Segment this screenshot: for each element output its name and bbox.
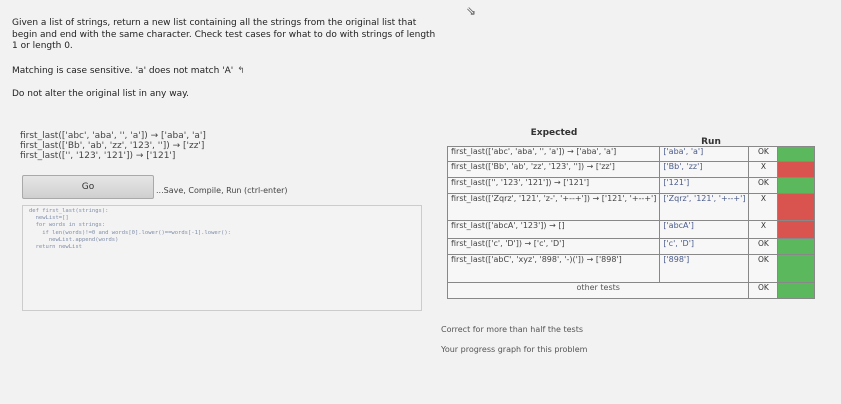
table-row: first_last(['', '123', '121']) → ['121']… — [446, 177, 816, 194]
go-button[interactable]: Go — [22, 175, 154, 199]
table-row: first_last(['abcA', '123']) → [] ['abcA'… — [446, 220, 816, 239]
status-cell: OK — [748, 146, 779, 162]
status-indicator-fail — [777, 161, 816, 178]
problem-description: Given a list of strings, return a new li… — [12, 18, 436, 51]
caret-icon: ↰ — [237, 65, 245, 76]
expected-header: Expected — [530, 128, 578, 138]
run-cell: ['c', 'D'] — [659, 238, 750, 255]
no-alter-note: Do not alter the original list in any wa… — [12, 89, 190, 99]
table-row: first_last(['c', 'D']) → ['c', 'D'] ['c'… — [446, 238, 816, 255]
table-row: first_last(['Zqrz', '121', 'z-', '+--+']… — [446, 193, 816, 221]
status-cell: OK — [748, 238, 779, 255]
status-cell: OK — [748, 177, 779, 194]
expected-cell: first_last(['Zqrz', '121', 'z-', '+--+']… — [446, 193, 661, 221]
table-row: first_last(['Bb', 'ab', 'zz', '123', '']… — [446, 161, 816, 178]
example-line: first_last(['Bb', 'ab', 'zz', '123', '']… — [20, 141, 205, 151]
status-indicator-fail — [777, 220, 816, 239]
expected-cell: first_last(['abc', 'aba', '', 'a']) → ['… — [446, 146, 661, 162]
table-row: first_last(['abC', 'xyz', '898', '-)('])… — [446, 254, 816, 283]
progress-graph-link[interactable]: Your progress graph for this problem — [441, 345, 587, 354]
run-cell: ['121'] — [659, 177, 750, 194]
run-cell: ['Bb', 'zz'] — [659, 161, 750, 178]
expected-cell: first_last(['Bb', 'ab', 'zz', '123', '']… — [446, 161, 661, 178]
run-cell: ['aba', 'a'] — [659, 146, 750, 162]
example-line: first_last(['abc', 'aba', '', 'a']) → ['… — [20, 131, 206, 141]
status-indicator-ok — [777, 254, 816, 283]
status-cell: X — [748, 161, 779, 178]
status-indicator-ok — [777, 146, 816, 162]
run-cell: ['898'] — [659, 254, 750, 283]
expected-cell: first_last(['abC', 'xyz', '898', '-)('])… — [446, 254, 661, 283]
examples-list: first_last(['abc', 'aba', '', 'a']) → ['… — [20, 131, 206, 161]
status-cell: OK — [748, 254, 779, 283]
example-line: first_last(['', '123', '121']) → ['121'] — [20, 151, 176, 161]
status-indicator-ok — [777, 177, 816, 194]
expected-cell: first_last(['abcA', '123']) → [] — [446, 220, 661, 239]
status-indicator-fail — [777, 193, 816, 221]
status-cell: X — [748, 193, 779, 221]
run-cell: ['Zqrz', '121', '+--+'] — [659, 193, 750, 221]
run-cell: ['abcA'] — [659, 220, 750, 239]
status-indicator-ok — [777, 282, 816, 299]
status-cell: OK — [748, 282, 779, 299]
code-editor[interactable]: def first_last(strings): newList=[] for … — [22, 205, 422, 311]
results-table: first_last(['abc', 'aba', '', 'a']) → ['… — [446, 146, 816, 299]
problem-statement: Given a list of strings, return a new li… — [12, 18, 442, 101]
case-sensitivity-note: Matching is case sensitive. 'a' does not… — [12, 65, 234, 76]
save-compile-run-hint: ...Save, Compile, Run (ctrl-enter) — [156, 186, 288, 195]
table-row: first_last(['abc', 'aba', '', 'a']) → ['… — [446, 146, 816, 162]
table-row: other tests OK — [446, 282, 816, 299]
status-indicator-ok — [777, 238, 816, 255]
mouse-cursor-icon: ⇘ — [466, 4, 477, 18]
status-cell: X — [748, 220, 779, 239]
expected-cell: first_last(['c', 'D']) → ['c', 'D'] — [446, 238, 661, 255]
correctness-note: Correct for more than half the tests — [441, 325, 584, 334]
expected-cell: first_last(['', '123', '121']) → ['121'] — [446, 177, 661, 194]
other-tests-label: other tests — [446, 282, 750, 299]
